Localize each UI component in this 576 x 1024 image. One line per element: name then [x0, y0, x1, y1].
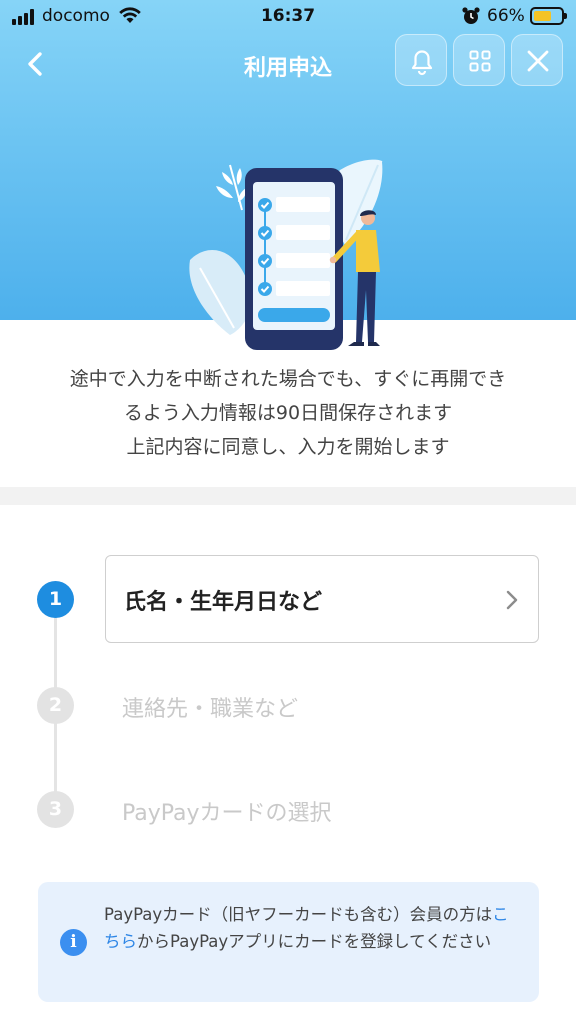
- step-1-number: 1: [37, 581, 74, 618]
- status-bar: docomo 16:37 66%: [0, 0, 576, 34]
- phone-form-illustration: [189, 159, 383, 350]
- resume-notice: 途中で入力を中断された場合でも、すぐに再開でき るよう入力情報は90日間保存され…: [20, 362, 556, 464]
- close-icon: [527, 50, 549, 72]
- chevron-right-icon: [506, 590, 518, 610]
- grid-icon: [469, 50, 491, 72]
- step-1-label: 氏名・生年月日など: [124, 590, 323, 615]
- bell-icon: [411, 50, 433, 76]
- alarm-icon: [462, 7, 480, 24]
- info-text-after: からPayPayアプリにカードを登録してください: [137, 932, 492, 951]
- step-3-label: PayPayカードの選択: [122, 801, 332, 826]
- step-1-card[interactable]: 氏名・生年月日など: [105, 555, 539, 643]
- step-3-number: 3: [37, 791, 74, 828]
- notice-line: るよう入力情報は90日間保存されます: [123, 402, 453, 424]
- info-icon: i: [60, 929, 87, 956]
- notification-button[interactable]: [395, 34, 447, 86]
- close-button[interactable]: [511, 34, 563, 86]
- notice-line: 上記内容に同意し、入力を開始します: [126, 436, 450, 458]
- info-text: PayPayカード（旧ヤフーカードも含む）会員の方はこちらからPayPayアプリ…: [104, 901, 524, 955]
- battery-icon: [530, 7, 567, 25]
- notice-line: 途中で入力を中断された場合でも、すぐに再開でき: [69, 368, 507, 390]
- section-divider: [0, 487, 576, 505]
- menu-button[interactable]: [453, 34, 505, 86]
- info-text-before: PayPayカード（旧ヤフーカードも含む）会員の方は: [104, 905, 493, 924]
- paypay-card-info-box: i PayPayカード（旧ヤフーカードも含む）会員の方はこちらからPayPayア…: [38, 882, 539, 1002]
- battery-percent: 66%: [487, 6, 525, 26]
- step-2-number: 2: [37, 687, 74, 724]
- step-2-label: 連絡先・職業など: [122, 697, 299, 722]
